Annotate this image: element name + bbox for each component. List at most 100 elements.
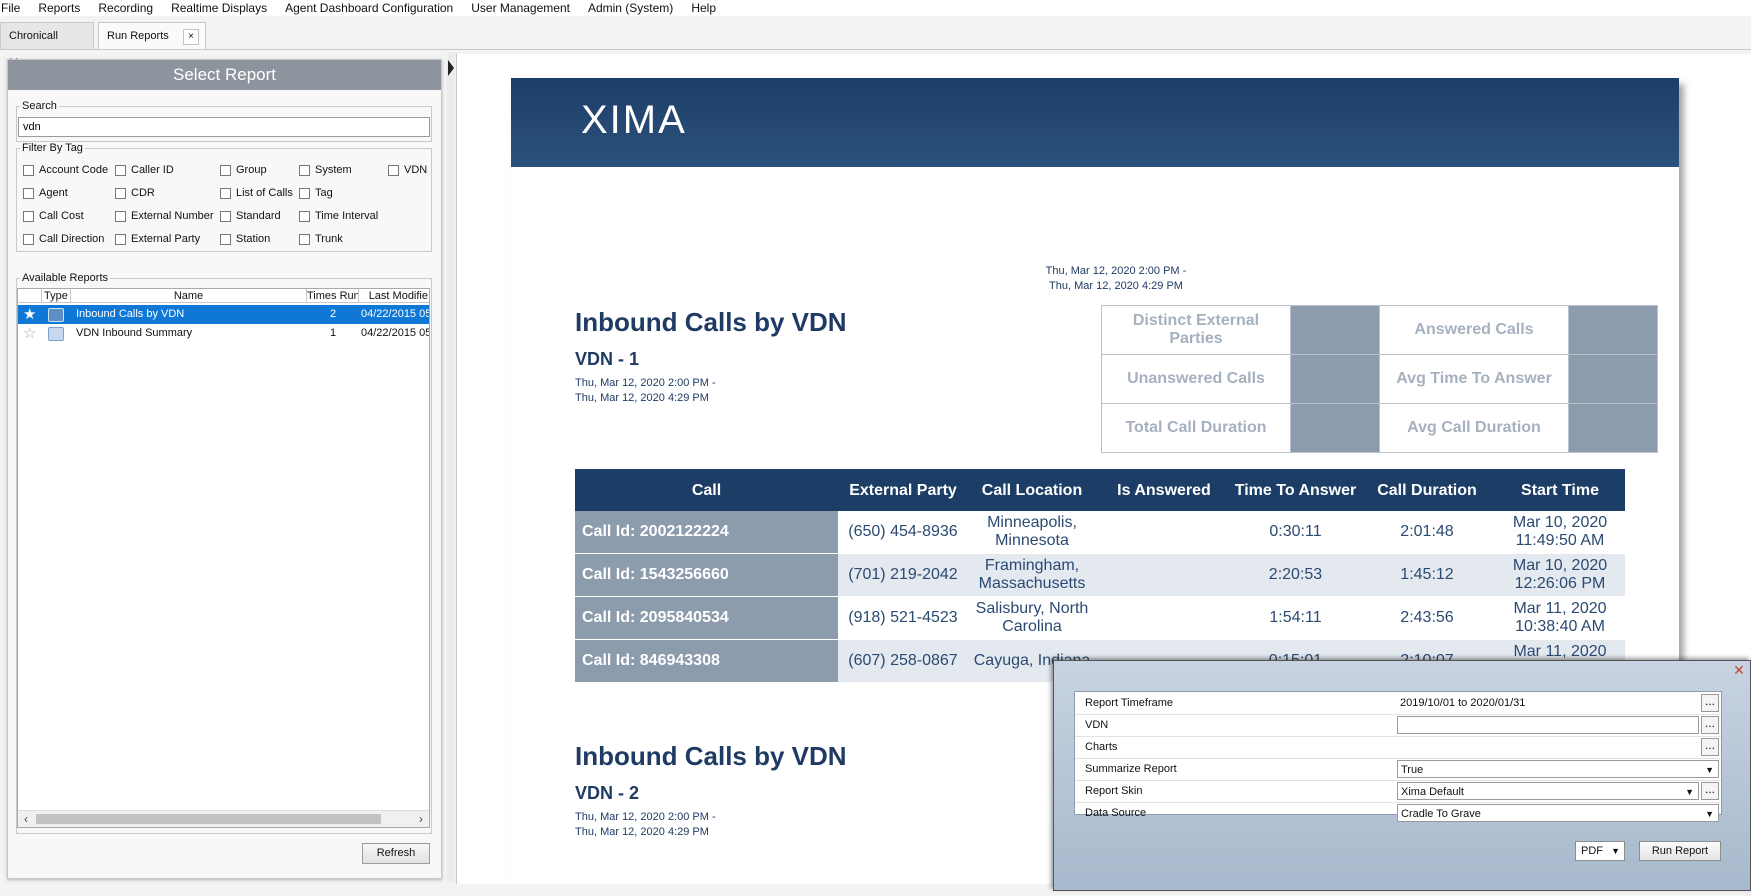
ellipsis-button[interactable]: ... (1701, 694, 1719, 712)
menu-agent-dashboard-configuration[interactable]: Agent Dashboard Configuration (276, 0, 462, 16)
summary-table: Distinct External Parties Answered Calls… (1101, 305, 1658, 453)
table-row[interactable]: ☆ VDN Inbound Summary 1 04/22/2015 05:46 (18, 324, 429, 343)
tag-checkbox-call-direction[interactable]: Call Direction (23, 233, 104, 245)
checkbox-box[interactable] (299, 187, 310, 199)
call-location: Framingham, Massachusetts (968, 553, 1096, 597)
chevron-down-icon[interactable]: ▼ (1685, 783, 1694, 801)
checkbox-box[interactable] (299, 164, 310, 176)
checkbox-box[interactable] (23, 164, 34, 176)
checkbox-box[interactable] (115, 233, 126, 245)
table-row: Call Id: 1543256660 (701) 219-2042 Frami… (575, 553, 1625, 597)
checkbox-box[interactable] (299, 210, 310, 222)
tag-checkbox-system[interactable]: System (299, 164, 352, 176)
param-label: Report Skin (1085, 785, 1143, 797)
menu-recording[interactable]: Recording (89, 0, 162, 16)
menu-reports[interactable]: Reports (29, 0, 89, 16)
scroll-thumb[interactable] (36, 814, 381, 824)
tag-label: External Party (131, 233, 201, 245)
tag-checkbox-agent[interactable]: Agent (23, 187, 68, 199)
tag-checkbox-trunk[interactable]: Trunk (299, 233, 343, 245)
tag-checkbox-call-cost[interactable]: Call Cost (23, 210, 84, 222)
checkbox-box[interactable] (388, 164, 399, 176)
checkbox-box[interactable] (115, 210, 126, 222)
horizontal-scrollbar[interactable]: ‹ › (18, 810, 429, 827)
menu-admin-system[interactable]: Admin (System) (579, 0, 682, 16)
tag-label: System (315, 164, 352, 176)
tag-checkbox-time-interval[interactable]: Time Interval (299, 210, 378, 222)
report-timeframe-field[interactable]: 2019/10/01 to 2020/01/31 (1397, 694, 1697, 712)
chevron-down-icon[interactable]: ▼ (1611, 842, 1620, 860)
summarize-report-select[interactable]: True ▼ (1397, 760, 1719, 778)
data-source-select[interactable]: Cradle To Grave ▼ (1397, 804, 1719, 822)
star-filled-icon[interactable]: ★ (23, 305, 36, 324)
param-label: Report Timeframe (1085, 697, 1174, 709)
col-is-answered: Is Answered (1096, 469, 1232, 511)
report-skin-select[interactable]: Xima Default ▼ (1397, 782, 1699, 800)
search-input[interactable] (18, 117, 430, 137)
tag-label: Agent (39, 187, 68, 199)
tag-checkbox-list-of-calls[interactable]: List of Calls (220, 187, 293, 199)
chevron-down-icon[interactable]: ▼ (1705, 761, 1714, 779)
scroll-left-icon[interactable]: ‹ (18, 811, 34, 827)
checkbox-box[interactable] (115, 187, 126, 199)
panel-splitter[interactable] (447, 52, 455, 882)
tab-chronicall-menu[interactable]: Chronicall Menu (0, 22, 94, 69)
col-times-run[interactable]: Times Run (307, 289, 359, 303)
summary-value (1290, 403, 1380, 453)
tag-checkbox-station[interactable]: Station (220, 233, 270, 245)
close-icon[interactable]: ✕ (1732, 663, 1746, 677)
tag-checkbox-account-code[interactable]: Account Code (23, 164, 108, 176)
tab-run-reports[interactable]: Run Reports × (98, 22, 206, 49)
checkbox-box[interactable] (299, 233, 310, 245)
scroll-right-icon[interactable]: › (413, 811, 429, 827)
collapse-arrow-icon[interactable] (448, 60, 454, 76)
close-icon[interactable]: × (183, 29, 199, 45)
menu-help[interactable]: Help (682, 0, 725, 16)
ellipsis-button[interactable]: ... (1701, 738, 1719, 756)
chevron-down-icon[interactable]: ▼ (1705, 805, 1714, 823)
menu-user-management[interactable]: User Management (462, 0, 579, 16)
tag-label: Account Code (39, 164, 109, 176)
checkbox-box[interactable] (220, 187, 231, 199)
star-outline-icon[interactable]: ☆ (23, 324, 36, 343)
table-row[interactable]: ★ Inbound Calls by VDN 2 04/22/2015 05:4… (18, 305, 429, 324)
vdn-field[interactable] (1397, 716, 1699, 734)
checkbox-box[interactable] (220, 210, 231, 222)
tag-checkbox-caller-id[interactable]: Caller ID (115, 164, 174, 176)
checkbox-box[interactable] (220, 164, 231, 176)
tag-label: Group (236, 164, 267, 176)
col-type[interactable]: Type (42, 289, 71, 303)
report-type-icon (48, 308, 64, 322)
tag-label: CDR (131, 187, 155, 199)
tab-run-reports-label: Run Reports (107, 30, 169, 42)
format-select[interactable]: PDF ▼ (1575, 841, 1625, 861)
tag-checkbox-group[interactable]: Group (220, 164, 267, 176)
checkbox-box[interactable] (23, 210, 34, 222)
call-location: Minneapolis, Minnesota (968, 511, 1096, 554)
data-source-value: Cradle To Grave (1401, 808, 1481, 820)
checkbox-box[interactable] (115, 164, 126, 176)
checkbox-box[interactable] (23, 233, 34, 245)
menu-file[interactable]: File (0, 0, 29, 16)
col-last-modified[interactable]: Last Modifie (359, 289, 429, 303)
charts-field[interactable] (1397, 738, 1697, 756)
checkbox-box[interactable] (23, 187, 34, 199)
checkbox-box[interactable] (220, 233, 231, 245)
col-start-time: Start Time (1495, 469, 1625, 511)
ellipsis-button[interactable]: ... (1701, 716, 1719, 734)
refresh-button[interactable]: Refresh (362, 843, 430, 864)
section-title: Inbound Calls by VDN (575, 307, 847, 337)
tag-checkbox-vdn[interactable]: VDN (388, 164, 427, 176)
report-last-modified: 04/22/2015 05:46 (361, 308, 429, 320)
tag-checkbox-standard[interactable]: Standard (220, 210, 281, 222)
tag-checkbox-tag[interactable]: Tag (299, 187, 333, 199)
col-name[interactable]: Name (71, 289, 307, 303)
tag-checkbox-external-party[interactable]: External Party (115, 233, 200, 245)
menu-realtime-displays[interactable]: Realtime Displays (162, 0, 276, 16)
run-report-button[interactable]: Run Report (1639, 841, 1721, 861)
summary-value (1568, 354, 1658, 404)
ellipsis-button[interactable]: ... (1701, 782, 1719, 800)
tag-checkbox-cdr[interactable]: CDR (115, 187, 155, 199)
section-date-start: Thu, Mar 12, 2020 2:00 PM - (575, 377, 716, 389)
tag-checkbox-external-number[interactable]: External Number (115, 210, 214, 222)
